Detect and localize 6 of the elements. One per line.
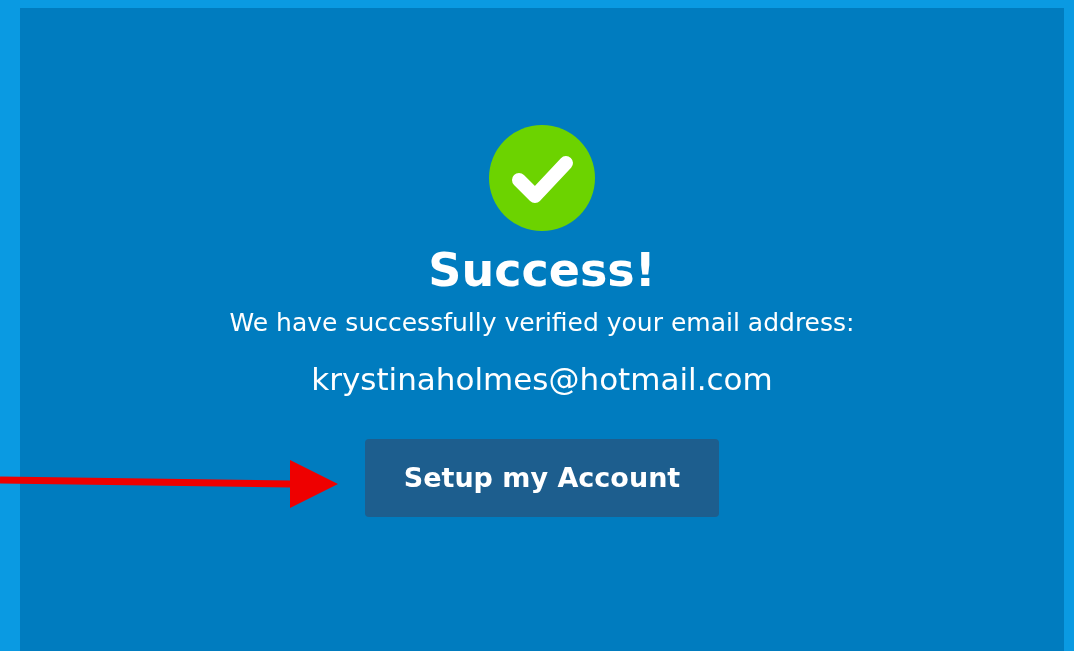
setup-account-button[interactable]: Setup my Account [365,438,719,517]
success-heading: Success! [428,245,656,296]
check-circle-icon [489,125,595,231]
verification-message: We have successfully verified your email address: [229,307,855,337]
arrow-icon [0,458,338,510]
email-address: krystinaholmes@hotmail.com [311,360,773,397]
